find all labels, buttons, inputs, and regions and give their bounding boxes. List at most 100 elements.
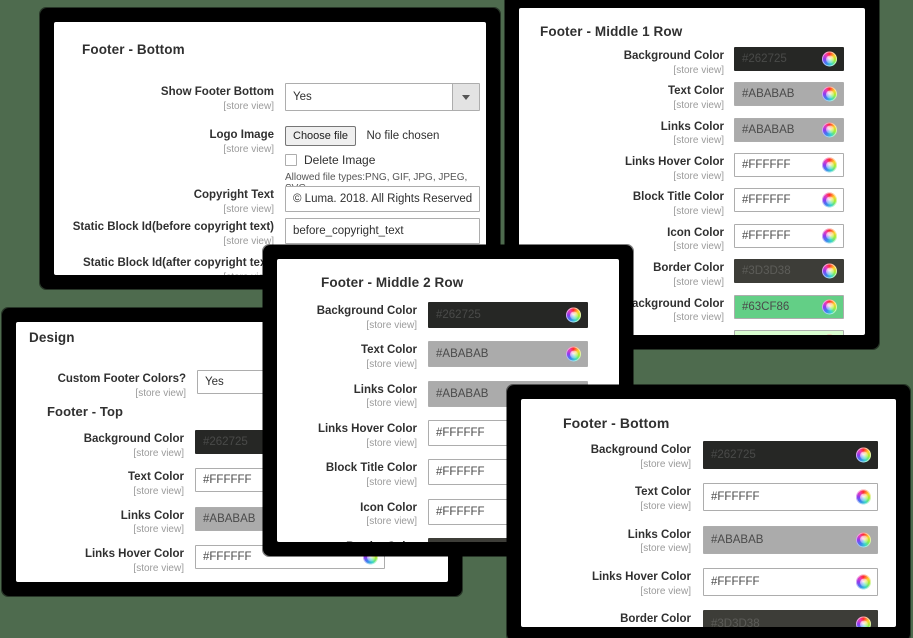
field-scope-note: [store view] [673, 206, 724, 217]
field-scope-note: [store view] [366, 477, 417, 488]
field-label: Background Color [store view] [521, 441, 691, 470]
color-wheel-icon[interactable] [822, 51, 837, 67]
field-label-text: Links Color [627, 528, 691, 541]
field-label-text: Block Title Color [632, 191, 724, 204]
color-value-input[interactable]: #3D3D38 [703, 610, 878, 627]
color-value-input[interactable]: #262725 [428, 302, 588, 328]
field-label-logo-image: Logo Image [store view] [209, 129, 274, 155]
field-label-static-block-before: Static Block Id(before copyright text) [… [72, 221, 274, 247]
color-wheel-icon[interactable] [856, 489, 871, 505]
panel-title: Footer - Middle 2 Row [321, 275, 464, 290]
color-wheel-icon[interactable] [822, 263, 837, 279]
color-wheel-icon[interactable] [822, 86, 837, 102]
footer-top-title: Footer - Top [47, 404, 124, 419]
field-label-text: Border Color [653, 262, 724, 275]
field-label-text: Links Hover Color [591, 571, 691, 584]
design-title: Design [29, 330, 75, 345]
field-label-text: Icon Color [667, 226, 724, 239]
color-wheel-icon[interactable] [822, 157, 837, 173]
show-footer-bottom-select[interactable]: Yes [285, 83, 480, 111]
color-field-row: Links Color [store view] #ABABAB [519, 117, 865, 147]
color-value-input[interactable]: #262725 [703, 441, 878, 469]
color-wheel-icon[interactable] [856, 616, 871, 627]
color-wheel-icon[interactable] [822, 228, 837, 244]
field-label: Text Color [store view] [277, 341, 417, 370]
field-label-text: Block Title Color [325, 462, 417, 475]
color-wheel-icon[interactable] [822, 122, 837, 138]
field-scope-note: [store view] [640, 458, 691, 470]
field-label: Block Title Color [store view] [519, 188, 724, 217]
field-scope-note: [store view] [133, 485, 184, 497]
color-field-row: Text Color [store view] #FFFFFF [521, 483, 896, 512]
color-wheel-icon[interactable] [856, 447, 871, 463]
field-label: Links Hover Color [store view] [16, 545, 184, 574]
color-field-row: Background Color [store view] #262725 [521, 441, 896, 470]
field-scope-note: [store view] [640, 500, 691, 512]
field-label-text: Border Color [620, 613, 691, 626]
color-field-row: Text Color [store view] #ABABAB [277, 341, 619, 370]
field-label-copyright-text: Copyright Text [store view] [193, 189, 274, 215]
static-block-before-input[interactable]: before_copyright_text [285, 218, 480, 244]
field-label: Text Color [store view] [519, 82, 724, 111]
field-label-text: Border Color [346, 541, 417, 542]
field-scope-note: [store view] [366, 398, 417, 410]
color-wheel-icon[interactable] [822, 192, 837, 208]
field-label: Border Color[store view] [521, 610, 691, 627]
copyright-text-input[interactable]: © Luma. 2018. All Rights Reserved [285, 186, 480, 212]
field-label-text: Background Color [590, 444, 691, 456]
field-label-text: Background Color [83, 433, 184, 445]
color-wheel-icon[interactable] [363, 549, 378, 565]
color-wheel-icon[interactable] [856, 574, 871, 590]
panel-title: Footer - Bottom [563, 415, 670, 431]
field-label: Background Color [store view] [16, 430, 184, 459]
field-scope-note: [store view] [673, 135, 724, 147]
color-value-input[interactable]: #ABABAB [703, 525, 878, 554]
color-field-row: Border Color[store view] #3D3D38 [521, 610, 896, 627]
field-scope-note: [store view] [366, 319, 417, 331]
field-scope-note: [store view] [640, 543, 691, 555]
color-field-row: Block Title Color [store view] #FFFFFF [519, 188, 865, 217]
delete-image-checkbox[interactable] [285, 154, 297, 166]
field-label-text: Links Color [120, 509, 184, 522]
field-label: Links Color [store view] [277, 381, 417, 410]
field-scope-note: [store view] [640, 585, 691, 597]
field-label-custom-footer-colors: Custom Footer Colors? [store view] [57, 373, 186, 399]
color-value-input[interactable]: #FFFFFF [195, 545, 385, 570]
color-field-row: Links Hover Color [store view] #FFFFFF [519, 153, 865, 182]
field-label: Text Color [store view] [16, 468, 184, 497]
color-value-input[interactable]: #FFFFFF [703, 568, 878, 597]
color-field-row: Background Color [store view] #262725 [277, 302, 619, 331]
field-label-text: Background Color [623, 50, 724, 62]
color-field-row: Background Color [store view] #262725 [519, 47, 865, 76]
field-label-text: Links Hover Color [84, 548, 184, 561]
panel-title: Footer - Middle 1 Row [540, 24, 683, 39]
choose-file-button[interactable]: Choose file [285, 126, 357, 146]
field-label-text: Text Color [360, 344, 417, 357]
field-label-text: Background Color [316, 305, 417, 317]
field-label: Links Color [store view] [16, 507, 184, 536]
field-label: Icon Color [store view] [519, 224, 724, 253]
file-status-text: No file chosen [366, 130, 440, 142]
field-label-text: Links Color [660, 120, 724, 133]
field-label-show-footer-bottom: Show Footer Bottom [store view] [160, 86, 274, 112]
field-label: Border Color[store view] [277, 538, 417, 542]
chevron-down-icon[interactable] [452, 84, 479, 110]
field-label-text: Text Color [127, 471, 184, 484]
color-wheel-icon[interactable] [856, 532, 871, 548]
color-field-row: Links Hover Color [store view] #FFFFFF [521, 568, 896, 597]
field-label: Links Hover Color [store view] [521, 568, 691, 597]
color-value-input[interactable]: #FFFFFF [703, 483, 878, 512]
color-wheel-icon[interactable] [566, 346, 581, 362]
field-label: Background Color [store view] [519, 47, 724, 76]
field-label-text: Icon Color [360, 501, 417, 514]
field-scope-note: [store view] [133, 524, 184, 536]
color-field-row: Links Hover Color [store view] #FFFFFF [16, 545, 448, 574]
color-wheel-icon[interactable] [566, 307, 581, 323]
color-wheel-icon[interactable] [822, 299, 837, 315]
delete-image-label: Delete Image [304, 153, 376, 167]
panel-footer-bottom-bottom-right: Footer - Bottom Background Color [store v… [521, 399, 896, 627]
field-label-static-block-after: Static Block Id(after copyright text) [s… [82, 257, 274, 275]
field-label: Block Title Color [store view] [277, 459, 417, 488]
color-value-input[interactable]: #ABABAB [428, 341, 588, 368]
panel-footer-bottom-top-left: Footer - Bottom Show Footer Bottom [stor… [54, 22, 486, 275]
